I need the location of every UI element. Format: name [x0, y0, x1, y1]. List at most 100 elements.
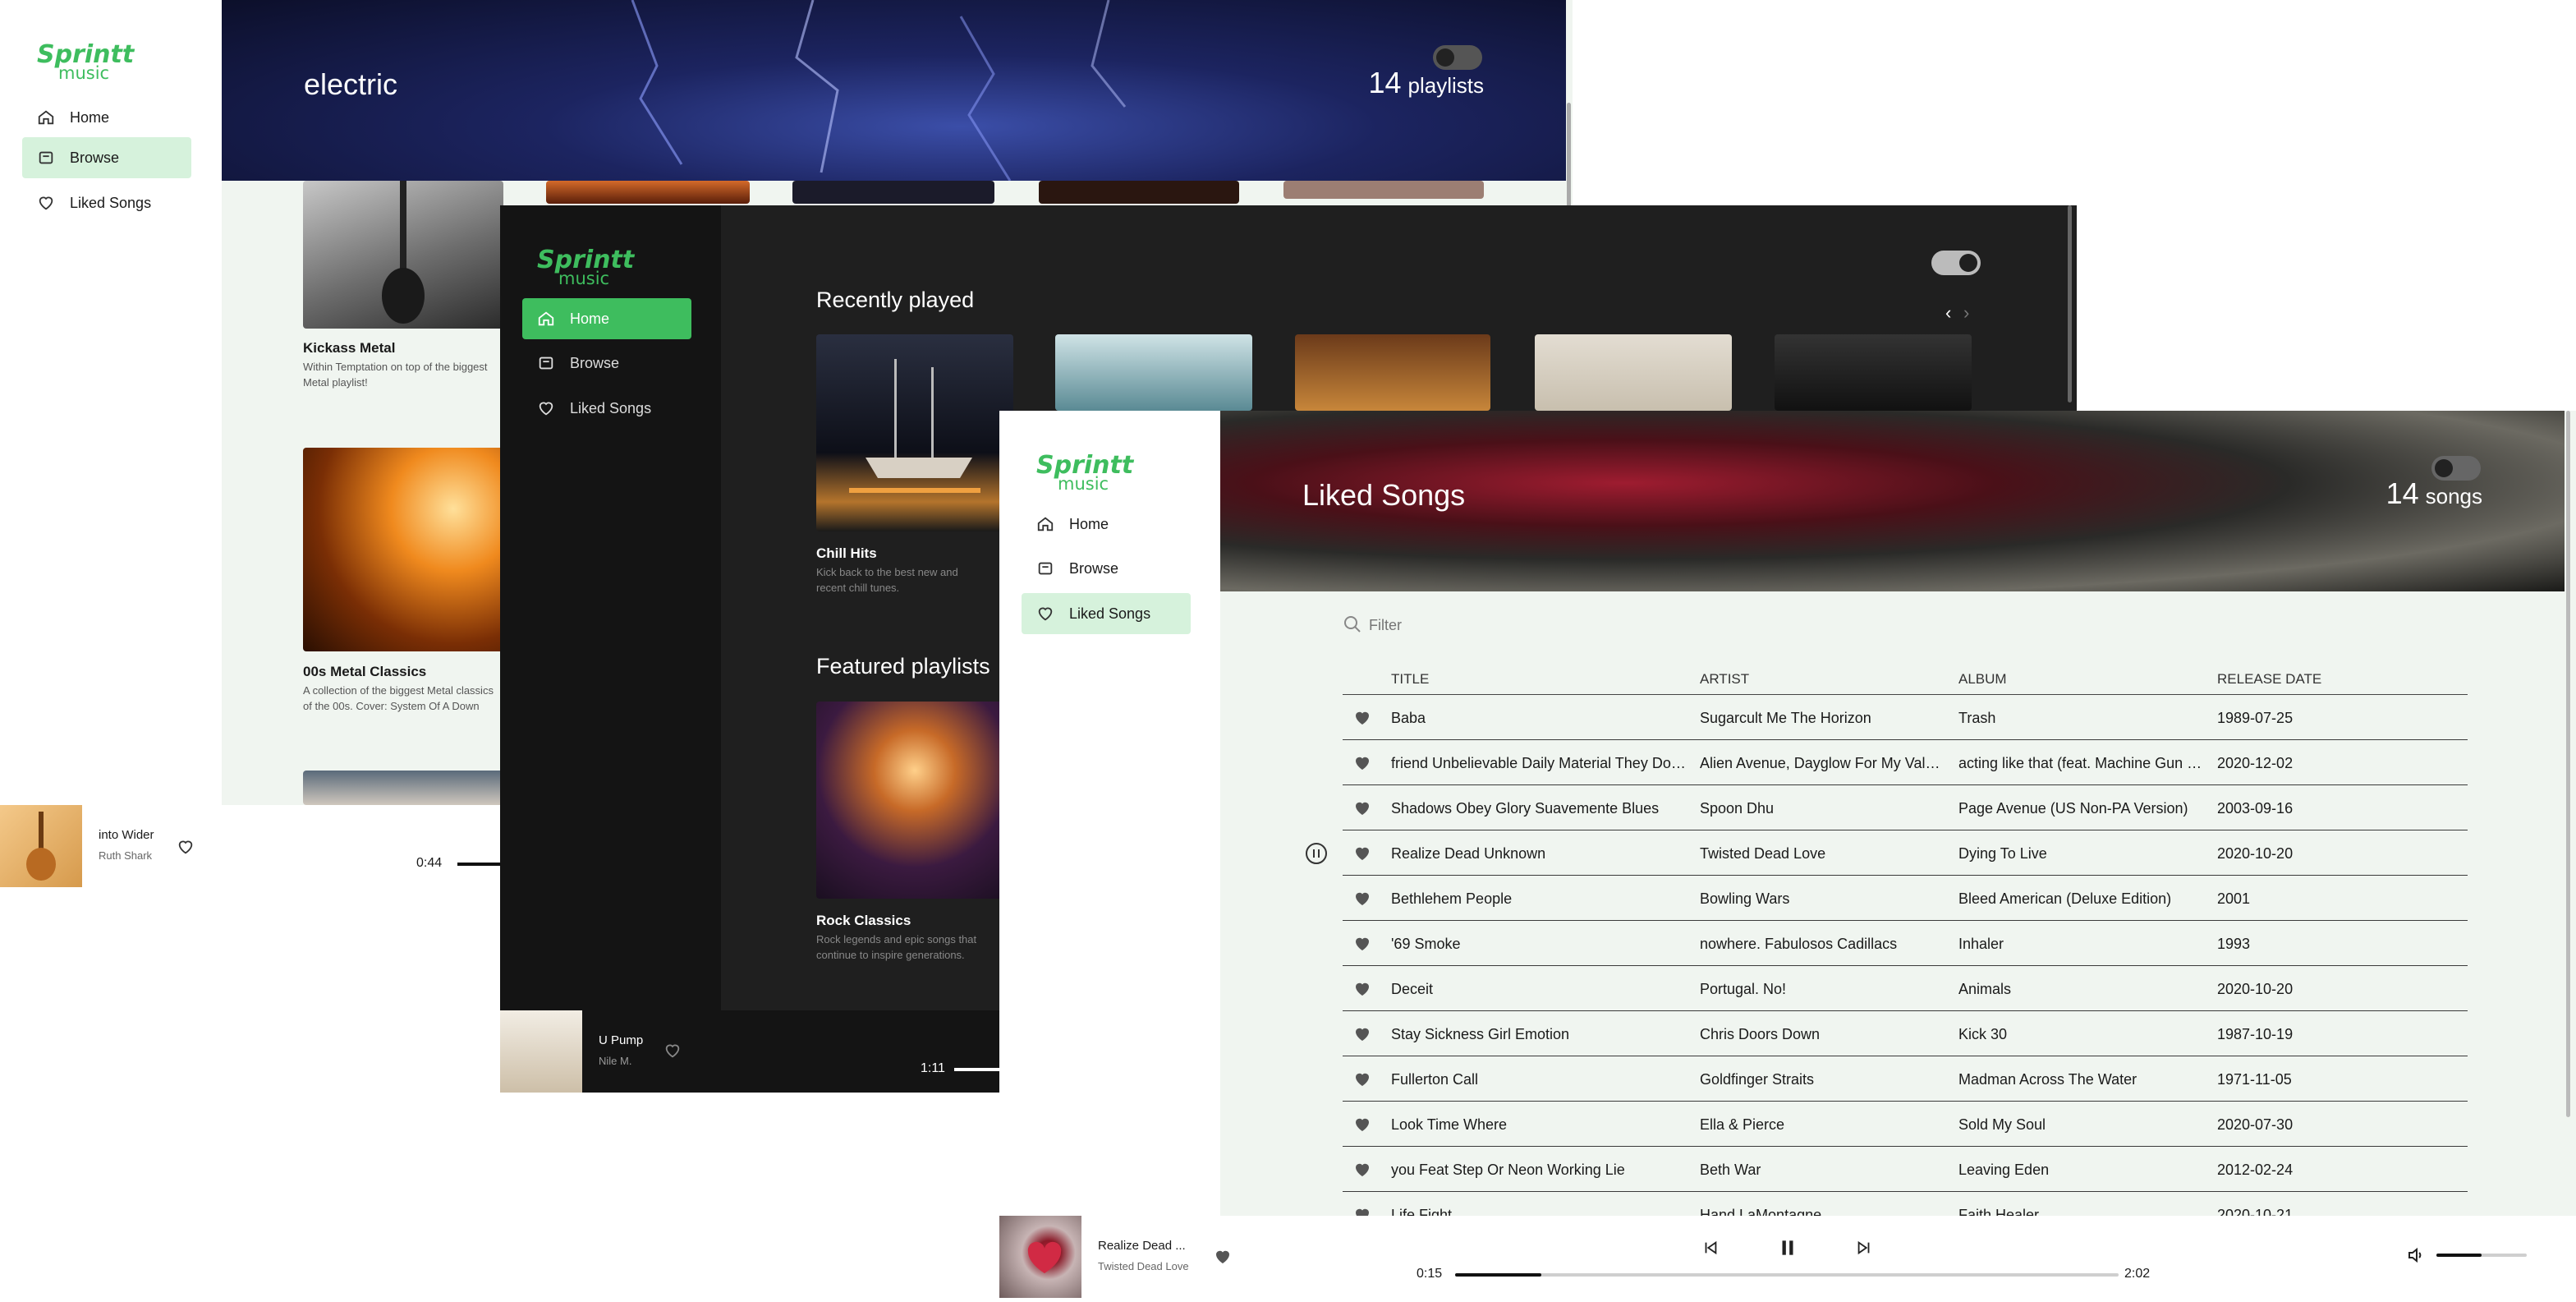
card-title: Kickass Metal — [303, 340, 396, 356]
liked-heart-icon[interactable] — [1352, 1070, 1373, 1089]
guitar-art — [382, 181, 425, 324]
home-icon — [38, 110, 54, 125]
progress-track[interactable] — [1455, 1273, 2119, 1277]
song-artist: Portugal. No! — [1700, 981, 1787, 997]
liked-heart-icon[interactable] — [1352, 798, 1373, 818]
column-title[interactable]: TITLE — [1391, 671, 1429, 688]
column-artist[interactable]: ARTIST — [1700, 671, 1749, 688]
song-artist: Spoon Dhu — [1700, 800, 1775, 817]
progress-bar[interactable] — [457, 863, 507, 866]
liked-heart-icon[interactable] — [1352, 1115, 1373, 1134]
player-bar: Realize Dead ... Twisted Dead Love 0:15 … — [999, 1216, 2576, 1298]
playlist-thumb[interactable] — [303, 771, 503, 805]
table-row[interactable]: Deceit Portugal. No! Animals 2020-10-20 — [1343, 966, 2468, 1011]
pause-icon[interactable] — [1305, 842, 1328, 865]
song-album: Trash — [1958, 710, 1996, 726]
table-row[interactable]: '69 Smoke nowhere. Fabulosos Cadillacs Inh… — [1343, 921, 2468, 966]
song-title: '69 Smoke — [1391, 936, 1461, 952]
table-row[interactable]: Look Time Where Ella & Pierce Sold My Soul… — [1343, 1102, 2468, 1147]
table-row[interactable]: Life Fight Hand LaMontagne Faith Healer 202… — [1343, 1192, 2468, 1216]
card-title: Rock Classics — [816, 913, 911, 928]
liked-heart-icon[interactable] — [1352, 844, 1373, 863]
card-description: Within Temptation on top of the biggest … — [303, 361, 488, 389]
table-row[interactable]: you Feat Step Or Neon Working Lie Beth Wa… — [1343, 1147, 2468, 1192]
heart-icon — [39, 196, 53, 210]
track-artist: Twisted Dead Love — [1098, 1260, 1189, 1272]
elapsed-time: 0:44 — [416, 856, 443, 870]
sidebar-item-home[interactable]: Home — [522, 298, 691, 339]
previous-track-icon[interactable] — [1701, 1239, 1720, 1257]
playlist-thumb[interactable] — [816, 702, 1013, 899]
song-artist: Goldfinger Straits — [1700, 1071, 1815, 1088]
elapsed-time: 0:15 — [1417, 1267, 1443, 1281]
column-album[interactable]: ALBUM — [1958, 671, 2007, 688]
like-heart-icon[interactable] — [663, 1042, 682, 1060]
like-heart-icon[interactable] — [176, 838, 195, 856]
pause-button-icon[interactable] — [1777, 1237, 1798, 1258]
column-release-date[interactable]: RELEASE DATE — [2217, 671, 2321, 688]
card-title: 00s Metal Classics — [303, 664, 427, 679]
track-artist: Ruth Shark — [99, 849, 153, 862]
liked-heart-icon[interactable] — [1352, 979, 1373, 999]
table-row[interactable]: Bethlehem People Bowling Wars Bleed Americ… — [1343, 876, 2468, 921]
like-heart-icon[interactable] — [1212, 1247, 1233, 1267]
elapsed-time: 1:11 — [921, 1061, 945, 1075]
table-row[interactable]: Shadows Obey Glory Suavemente Blues Spoon… — [1343, 785, 2468, 830]
card-title: Chill Hits — [816, 545, 877, 561]
playlist-thumb[interactable] — [303, 448, 503, 651]
sidebar: Sprintt music Home Browse Liked Songs — [500, 205, 721, 1010]
album-cover — [0, 805, 82, 887]
volume-track[interactable] — [2436, 1254, 2527, 1257]
next-track-icon[interactable] — [1855, 1239, 1873, 1257]
playlist-thumb[interactable] — [792, 181, 994, 204]
song-release-date: 2020-07-30 — [2217, 1116, 2294, 1133]
playlist-thumb[interactable] — [546, 181, 750, 204]
song-release-date: 1989-07-25 — [2217, 710, 2294, 726]
sidebar-item-label: Home — [70, 108, 110, 126]
liked-heart-icon[interactable] — [1352, 934, 1373, 954]
progress-bar[interactable] — [954, 1068, 1003, 1071]
table-row[interactable]: Fullerton Call Goldfinger Straits Madman A… — [1343, 1056, 2468, 1102]
liked-heart-icon[interactable] — [1352, 1205, 1373, 1216]
sidebar-item-home[interactable]: Home — [22, 97, 191, 138]
hearts-art — [1027, 1241, 1062, 1273]
liked-heart-icon[interactable] — [1352, 1024, 1373, 1044]
song-title: Realize Dead Unknown — [1391, 845, 1546, 862]
song-artist: Twisted Dead Love — [1700, 845, 1826, 862]
playlist-thumb[interactable] — [303, 181, 503, 329]
track-title: into Wider — [99, 828, 154, 842]
playlist-thumb[interactable] — [816, 334, 1013, 531]
song-release-date: 2001 — [2217, 890, 2251, 907]
album-cover — [500, 1010, 582, 1093]
song-album: Bleed American (Deluxe Edition) — [1958, 890, 2172, 907]
table-row[interactable]: Baba Sugarcult Me The Horizon Trash 1989-07… — [1343, 695, 2468, 740]
song-release-date: 2020-10-20 — [2217, 981, 2294, 997]
song-artist: Bowling Wars — [1700, 890, 1790, 907]
table-row[interactable]: Realize Dead Unknown Twisted Dead Love Dyi… — [1343, 830, 2468, 876]
song-album: Faith Healer — [1958, 1207, 2040, 1216]
sidebar-item-browse[interactable]: Browse — [522, 343, 691, 384]
song-album: Madman Across The Water — [1958, 1071, 2137, 1088]
song-artist: Beth War — [1700, 1162, 1761, 1178]
liked-heart-icon[interactable] — [1352, 889, 1373, 909]
table-row[interactable]: Stay Sickness Girl Emotion Chris Doors Do… — [1343, 1011, 2468, 1056]
track-title: U Pump — [599, 1033, 644, 1047]
song-title: Baba — [1391, 710, 1426, 726]
song-album: acting like that (feat. Machine Gun Kell… — [1958, 755, 2205, 771]
table-header: TITLE ARTIST ALBUM RELEASE DATE — [1343, 659, 2468, 695]
sidebar-item-liked-songs[interactable]: Liked Songs — [22, 182, 191, 223]
liked-heart-icon[interactable] — [1352, 753, 1373, 773]
sidebar-item-browse[interactable]: Browse — [22, 137, 191, 178]
card-description: Rock legends and epic songs that continu… — [816, 933, 977, 961]
table-row[interactable]: friend Unbelievable Daily Material They … — [1343, 740, 2468, 785]
song-release-date: 1993 — [2217, 936, 2251, 952]
song-release-date: 2020-10-20 — [2217, 845, 2294, 862]
sidebar-item-label: Liked Songs — [70, 194, 152, 211]
liked-heart-icon[interactable] — [1352, 1160, 1373, 1180]
song-album: Leaving Eden — [1958, 1162, 2050, 1178]
sidebar-item-label: Liked Songs — [570, 399, 652, 416]
sidebar-item-liked-songs[interactable]: Liked Songs — [522, 388, 691, 429]
song-title: Fullerton Call — [1391, 1071, 1479, 1088]
volume-icon[interactable] — [2406, 1245, 2426, 1265]
liked-heart-icon[interactable] — [1352, 708, 1373, 728]
